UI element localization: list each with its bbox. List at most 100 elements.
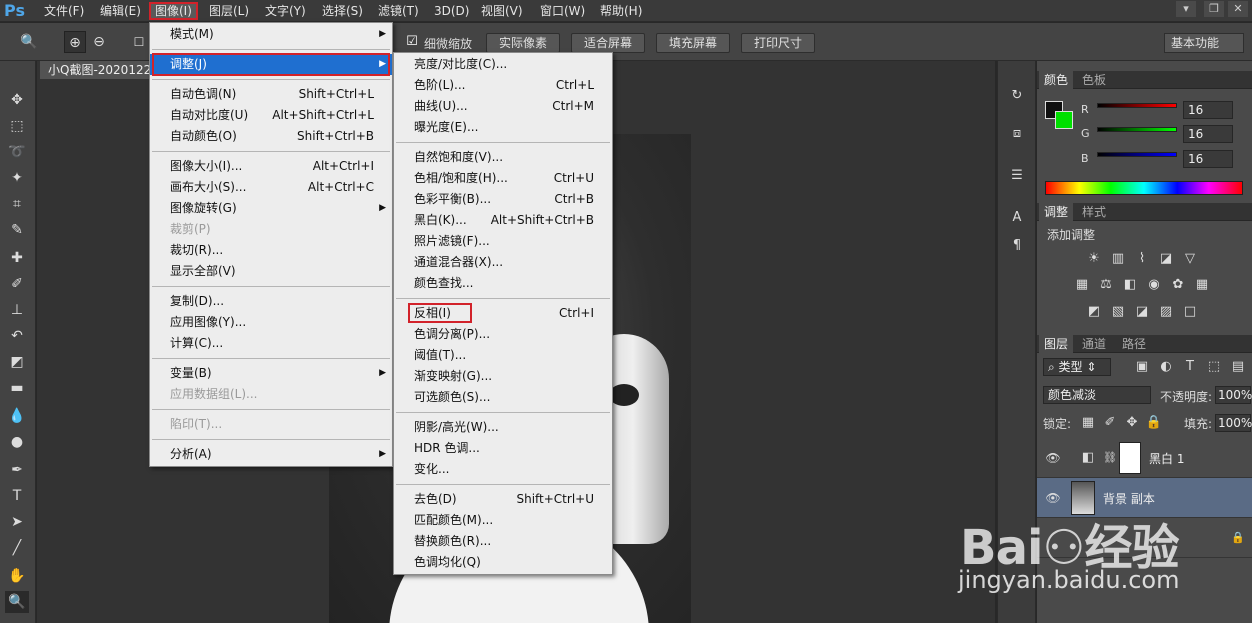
r-value-field[interactable]: 16 bbox=[1183, 101, 1233, 119]
g-slider[interactable] bbox=[1097, 127, 1177, 132]
pen-tool-icon[interactable]: ✒ bbox=[5, 459, 29, 481]
blend-mode-select[interactable]: 颜色减淡 bbox=[1043, 386, 1151, 404]
threshold-icon[interactable]: ◪ bbox=[1133, 303, 1151, 321]
menu-edit[interactable]: 编辑(E) bbox=[96, 2, 145, 20]
fill-screen-button[interactable]: 填充屏幕 bbox=[656, 33, 730, 53]
channel-mixer-icon[interactable]: ✿ bbox=[1169, 276, 1187, 294]
layer-filter-select[interactable]: ⌕ 类型 ⇕ bbox=[1043, 358, 1111, 376]
adjust-menu-item[interactable]: 替换颜色(R)... bbox=[394, 531, 612, 552]
selective-color-icon[interactable]: □ bbox=[1181, 303, 1199, 321]
filter-pixel-icon[interactable]: ▣ bbox=[1133, 358, 1151, 376]
tab-layers[interactable]: 图层 bbox=[1039, 335, 1074, 353]
image-menu-item[interactable]: 变量(B) ▶ bbox=[150, 363, 392, 384]
adjust-menu-item[interactable]: 黑白(K)... Alt+Shift+Ctrl+B bbox=[394, 210, 612, 231]
image-menu-item[interactable]: 自动颜色(O) Shift+Ctrl+B bbox=[150, 126, 392, 147]
filter-shape-icon[interactable]: ⬚ bbox=[1205, 358, 1223, 376]
lock-position-icon[interactable]: ✥ bbox=[1123, 414, 1141, 432]
resize-windows-checkbox[interactable]: ☐ bbox=[128, 31, 150, 53]
healing-brush-icon[interactable]: ✚ bbox=[5, 247, 29, 269]
image-menu-item[interactable]: 分析(A) ▶ bbox=[150, 444, 392, 465]
image-menu-item[interactable]: 模式(M) ▶ bbox=[150, 24, 392, 45]
fill-field[interactable]: 100% bbox=[1215, 414, 1252, 432]
menu-image[interactable]: 图像(I) bbox=[149, 2, 198, 20]
adjust-menu-item[interactable]: 去色(D) Shift+Ctrl+U bbox=[394, 489, 612, 510]
tab-adjustments[interactable]: 调整 bbox=[1039, 203, 1074, 221]
adjust-menu-item[interactable]: 可选颜色(S)... bbox=[394, 387, 612, 408]
paragraph-panel-icon[interactable]: ¶ bbox=[1006, 235, 1028, 257]
brightness-icon[interactable]: ☀ bbox=[1085, 250, 1103, 268]
workspace-dropdown-icon[interactable]: ▾ bbox=[1176, 1, 1196, 17]
menu-file[interactable]: 文件(F) bbox=[40, 2, 88, 20]
image-menu-item[interactable]: 图像大小(I)... Alt+Ctrl+I bbox=[150, 156, 392, 177]
crop-tool-icon[interactable]: ⌗ bbox=[5, 193, 29, 215]
adjust-menu-item[interactable]: 通道混合器(X)... bbox=[394, 252, 612, 273]
adjust-menu-item[interactable]: 匹配颜色(M)... bbox=[394, 510, 612, 531]
filter-adjust-icon[interactable]: ◐ bbox=[1157, 358, 1175, 376]
tab-swatches[interactable]: 色板 bbox=[1077, 71, 1111, 89]
adjust-menu-item[interactable]: 照片滤镜(F)... bbox=[394, 231, 612, 252]
color-balance-icon[interactable]: ⚖ bbox=[1097, 276, 1115, 294]
menu-type[interactable]: 文字(Y) bbox=[261, 2, 310, 20]
image-menu-item[interactable]: 复制(D)... bbox=[150, 291, 392, 312]
image-menu-item[interactable]: 自动色调(N) Shift+Ctrl+L bbox=[150, 84, 392, 105]
menu-3d[interactable]: 3D(D) bbox=[430, 2, 473, 20]
shape-tool-icon[interactable]: ╱ bbox=[5, 537, 29, 559]
adjust-menu-item[interactable]: 曲线(U)... Ctrl+M bbox=[394, 96, 612, 117]
image-menu-item[interactable]: 应用图像(Y)... bbox=[150, 312, 392, 333]
link-icon[interactable]: ⛓ bbox=[1101, 449, 1119, 467]
lock-all-icon[interactable]: 🔒 bbox=[1145, 414, 1163, 432]
visibility-eye-icon[interactable]: 👁 bbox=[1045, 450, 1061, 466]
menu-help[interactable]: 帮助(H) bbox=[596, 2, 646, 20]
layer-mask-thumbnail[interactable] bbox=[1119, 442, 1141, 474]
image-menu-item[interactable]: 自动对比度(U) Alt+Shift+Ctrl+L bbox=[150, 105, 392, 126]
history-brush-icon[interactable]: ↶ bbox=[5, 325, 29, 347]
tab-styles[interactable]: 样式 bbox=[1077, 203, 1111, 221]
image-menu-item[interactable]: 计算(C)... bbox=[150, 333, 392, 354]
fit-screen-button[interactable]: 适合屏幕 bbox=[571, 33, 645, 53]
zoom-out-icon[interactable]: ⊖ bbox=[88, 31, 110, 53]
workspace-select[interactable]: 基本功能 bbox=[1164, 33, 1244, 53]
blur-tool-icon[interactable]: 💧 bbox=[5, 405, 29, 427]
adjust-menu-item[interactable]: 亮度/对比度(C)... bbox=[394, 54, 612, 75]
dodge-tool-icon[interactable]: ● bbox=[5, 431, 29, 453]
menu-layer[interactable]: 图层(L) bbox=[205, 2, 253, 20]
magic-wand-icon[interactable]: ✦ bbox=[5, 167, 29, 189]
menu-window[interactable]: 窗口(W) bbox=[536, 2, 589, 20]
zoom-tool-preset-icon[interactable]: 🔍 bbox=[18, 31, 40, 53]
b-value-field[interactable]: 16 bbox=[1183, 150, 1233, 168]
adjust-menu-item[interactable]: 色调分离(P)... bbox=[394, 324, 612, 345]
filter-smart-icon[interactable]: ▤ bbox=[1229, 358, 1247, 376]
gradient-tool-icon[interactable]: ▬ bbox=[5, 377, 29, 399]
image-menu-item[interactable]: 显示全部(V) bbox=[150, 261, 392, 282]
close-icon[interactable]: ✕ bbox=[1228, 1, 1248, 17]
hand-tool-icon[interactable]: ✋ bbox=[5, 565, 29, 587]
move-tool-icon[interactable]: ✥ bbox=[5, 89, 29, 111]
curves-icon[interactable]: ⌇ bbox=[1133, 250, 1151, 268]
tab-channels[interactable]: 通道 bbox=[1077, 335, 1111, 353]
eyedropper-icon[interactable]: ✎ bbox=[5, 219, 29, 241]
image-menu-item[interactable]: 图像旋转(G) ▶ bbox=[150, 198, 392, 219]
exposure-icon[interactable]: ◪ bbox=[1157, 250, 1175, 268]
restore-icon[interactable]: ❐ bbox=[1204, 1, 1224, 17]
character-panel-icon[interactable]: A bbox=[1006, 207, 1028, 229]
menu-view[interactable]: 视图(V) bbox=[477, 2, 527, 20]
adjust-menu-item[interactable]: 自然饱和度(V)... bbox=[394, 147, 612, 168]
menu-filter[interactable]: 滤镜(T) bbox=[374, 2, 423, 20]
filter-type-icon[interactable]: T bbox=[1181, 358, 1199, 376]
levels-icon[interactable]: ▥ bbox=[1109, 250, 1127, 268]
adjust-menu-item[interactable]: HDR 色调... bbox=[394, 438, 612, 459]
image-menu-item[interactable]: 裁切(R)... bbox=[150, 240, 392, 261]
actual-pixels-button[interactable]: 实际像素 bbox=[486, 33, 560, 53]
adjust-menu-item[interactable]: 反相(I) Ctrl+I bbox=[394, 303, 612, 324]
gradient-map-icon[interactable]: ▨ bbox=[1157, 303, 1175, 321]
clone-stamp-icon[interactable]: ⊥ bbox=[5, 299, 29, 321]
lock-transparent-icon[interactable]: ▦ bbox=[1079, 414, 1097, 432]
print-size-button[interactable]: 打印尺寸 bbox=[741, 33, 815, 53]
menu-select[interactable]: 选择(S) bbox=[318, 2, 367, 20]
adjust-menu-item[interactable]: 曝光度(E)... bbox=[394, 117, 612, 138]
g-value-field[interactable]: 16 bbox=[1183, 125, 1233, 143]
visibility-eye-icon[interactable]: 👁 bbox=[1045, 490, 1061, 506]
layer-row[interactable]: 👁 ◧ ⛓ 黑白 1 bbox=[1037, 438, 1252, 478]
marquee-tool-icon[interactable]: ⬚ bbox=[5, 115, 29, 137]
properties-panel-icon[interactable]: ☰ bbox=[1006, 165, 1028, 187]
